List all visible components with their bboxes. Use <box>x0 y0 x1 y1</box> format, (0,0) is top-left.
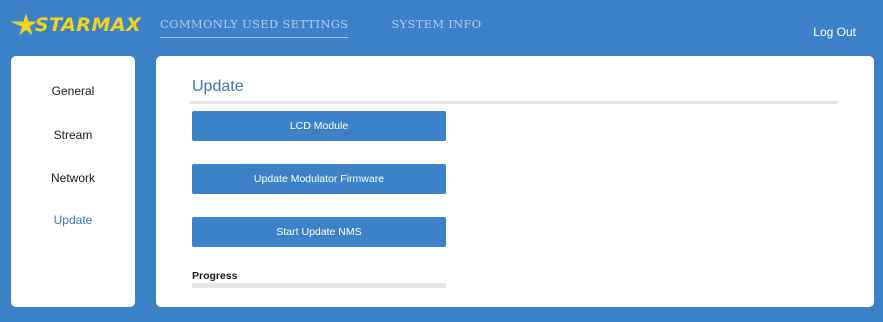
tab-commonly-used-settings[interactable]: COMMONLY USED SETTINGS <box>160 17 349 38</box>
sidebar-item-update[interactable]: Update <box>11 213 135 227</box>
sidebar-item-general[interactable]: General <box>11 84 135 98</box>
sidebar: General Stream Network Update <box>11 56 135 307</box>
top-bar: STARMAX COMMONLY USED SETTINGS SYSTEM IN… <box>0 0 883 52</box>
star-icon <box>10 13 37 35</box>
sidebar-item-network[interactable]: Network <box>11 171 135 185</box>
brand-name: STARMAX <box>35 14 142 36</box>
main-panel: Update LCD Module Update Modulator Firmw… <box>156 56 874 307</box>
top-nav: COMMONLY USED SETTINGS SYSTEM INFO <box>160 17 482 38</box>
sidebar-item-stream[interactable]: Stream <box>11 128 135 142</box>
progress-bar <box>192 283 446 288</box>
tab-system-info[interactable]: SYSTEM INFO <box>391 17 481 38</box>
lcd-module-button[interactable]: LCD Module <box>192 111 446 141</box>
progress-label: Progress <box>192 270 238 282</box>
brand-logo[interactable]: STARMAX <box>10 12 141 38</box>
update-modulator-firmware-button[interactable]: Update Modulator Firmware <box>192 164 446 194</box>
page-title: Update <box>192 78 244 95</box>
start-update-nms-button[interactable]: Start Update NMS <box>192 217 446 247</box>
title-divider <box>190 101 838 104</box>
logout-link[interactable]: Log Out <box>813 25 856 39</box>
